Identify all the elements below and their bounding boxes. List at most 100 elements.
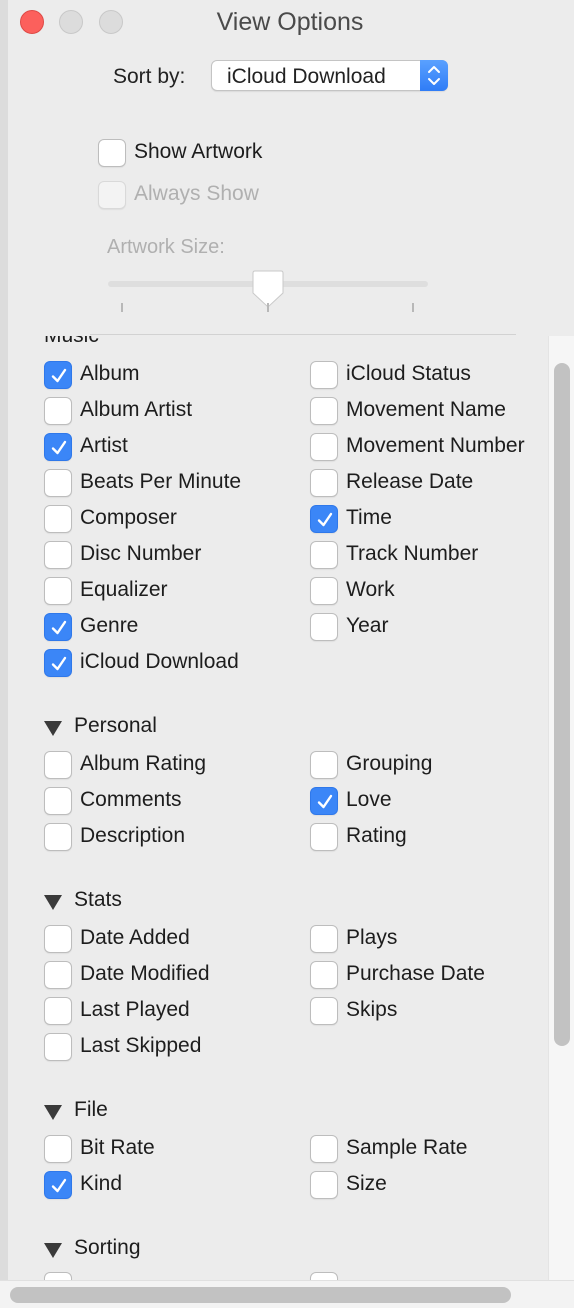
sorting-row-partial[interactable] — [310, 1272, 340, 1280]
column-option[interactable]: iCloud Status — [310, 361, 548, 391]
column-option[interactable]: Sample Rate — [310, 1135, 548, 1165]
column-option[interactable]: Album — [44, 361, 294, 391]
column-option[interactable]: Last Skipped — [44, 1033, 294, 1063]
checkbox-checked[interactable] — [310, 505, 338, 533]
popup-chevrons-icon — [420, 60, 448, 91]
column-option[interactable]: Love — [310, 787, 548, 817]
view-options-window: View Options Sort by: iCloud Download Sh… — [0, 0, 574, 1308]
column-option[interactable]: Composer — [44, 505, 294, 535]
checkbox[interactable] — [44, 961, 72, 989]
columns-scroll-area[interactable]: Music Album Album Artist Artist Beats Per M… — [8, 336, 548, 1280]
checkbox[interactable] — [310, 925, 338, 953]
column-option[interactable]: Bit Rate — [44, 1135, 294, 1165]
always-show-checkbox — [98, 181, 126, 209]
column-option[interactable]: Comments — [44, 787, 294, 817]
checkbox[interactable] — [310, 1135, 338, 1163]
column-option[interactable]: Date Modified — [44, 961, 294, 991]
column-option[interactable]: Plays — [310, 925, 548, 955]
checkbox[interactable] — [310, 1171, 338, 1199]
checkbox[interactable] — [44, 751, 72, 779]
option-label: Bit Rate — [80, 1136, 155, 1159]
checkbox-checked[interactable] — [310, 787, 338, 815]
column-option[interactable]: Year — [310, 613, 548, 643]
column-option[interactable]: Kind — [44, 1171, 294, 1201]
column-option[interactable]: Skips — [310, 997, 548, 1027]
section-header-personal[interactable]: Personal — [44, 714, 244, 744]
column-option[interactable]: Purchase Date — [310, 961, 548, 991]
section-header-file[interactable]: File — [44, 1098, 244, 1128]
option-label: Skips — [346, 998, 398, 1021]
column-option[interactable]: Release Date — [310, 469, 548, 499]
checkbox-checked[interactable] — [44, 361, 72, 389]
vertical-scrollbar-thumb[interactable] — [554, 363, 570, 1046]
checkbox[interactable] — [310, 961, 338, 989]
column-option[interactable]: Size — [310, 1171, 548, 1201]
sort-by-popup[interactable]: iCloud Download — [211, 60, 448, 91]
option-label: iCloud Download — [80, 650, 239, 673]
checkbox[interactable] — [310, 541, 338, 569]
checkbox[interactable] — [310, 751, 338, 779]
checkbox[interactable] — [44, 577, 72, 605]
checkbox[interactable] — [44, 823, 72, 851]
option-label: Last Played — [80, 998, 190, 1021]
column-option[interactable]: Disc Number — [44, 541, 294, 571]
background-window-edge — [0, 0, 8, 1308]
checkbox[interactable] — [44, 469, 72, 497]
disclosure-triangle-icon[interactable] — [44, 1243, 62, 1258]
checkbox-checked[interactable] — [44, 613, 72, 641]
checkbox[interactable] — [310, 997, 338, 1025]
option-label: Love — [346, 788, 392, 811]
section-header-stats[interactable]: Stats — [44, 888, 244, 918]
sorting-row-partial[interactable] — [44, 1272, 74, 1280]
checkbox[interactable] — [44, 997, 72, 1025]
disclosure-triangle-icon[interactable] — [44, 1105, 62, 1120]
column-option[interactable]: Last Played — [44, 997, 294, 1027]
show-artwork-checkbox[interactable] — [98, 139, 126, 167]
column-option[interactable]: Genre — [44, 613, 294, 643]
checkbox[interactable] — [310, 823, 338, 851]
checkbox[interactable] — [44, 925, 72, 953]
column-option[interactable]: Movement Name — [310, 397, 548, 427]
checkbox[interactable] — [310, 397, 338, 425]
checkbox[interactable] — [44, 397, 72, 425]
checkbox[interactable] — [310, 577, 338, 605]
checkbox[interactable] — [44, 1135, 72, 1163]
column-option[interactable]: Equalizer — [44, 577, 294, 607]
column-option[interactable]: Movement Number — [310, 433, 548, 463]
checkbox[interactable] — [44, 1272, 72, 1280]
column-option[interactable]: Description — [44, 823, 294, 853]
show-artwork-option[interactable]: Show Artwork — [98, 139, 358, 169]
disclosure-triangle-icon[interactable] — [44, 721, 62, 736]
column-option[interactable]: Time — [310, 505, 548, 535]
option-label: Album Artist — [80, 398, 193, 421]
checkbox-checked[interactable] — [44, 649, 72, 677]
checkbox[interactable] — [310, 433, 338, 461]
column-option[interactable]: iCloud Download — [44, 649, 294, 679]
window-title: View Options — [216, 8, 364, 36]
section-header-sorting[interactable]: Sorting — [44, 1236, 244, 1266]
option-label: Comments — [80, 788, 182, 811]
checkbox[interactable] — [44, 787, 72, 815]
checkbox[interactable] — [310, 469, 338, 497]
column-option[interactable]: Album Rating — [44, 751, 294, 781]
column-option[interactable]: Album Artist — [44, 397, 294, 427]
checkbox-checked[interactable] — [44, 1171, 72, 1199]
column-option[interactable]: Rating — [310, 823, 548, 853]
disclosure-triangle-icon[interactable] — [44, 895, 62, 910]
column-option[interactable]: Track Number — [310, 541, 548, 571]
checkbox[interactable] — [44, 541, 72, 569]
column-option[interactable]: Work — [310, 577, 548, 607]
column-option[interactable]: Artist — [44, 433, 294, 463]
column-option[interactable]: Beats Per Minute — [44, 469, 294, 499]
checkbox[interactable] — [310, 613, 338, 641]
option-label: Album — [80, 362, 140, 385]
column-option[interactable]: Date Added — [44, 925, 294, 955]
checkbox[interactable] — [310, 361, 338, 389]
checkmark-icon — [51, 440, 67, 455]
checkbox[interactable] — [310, 1272, 338, 1280]
checkbox-checked[interactable] — [44, 433, 72, 461]
checkbox[interactable] — [44, 505, 72, 533]
horizontal-scrollbar-thumb[interactable] — [10, 1287, 511, 1303]
checkbox[interactable] — [44, 1033, 72, 1061]
column-option[interactable]: Grouping — [310, 751, 548, 781]
